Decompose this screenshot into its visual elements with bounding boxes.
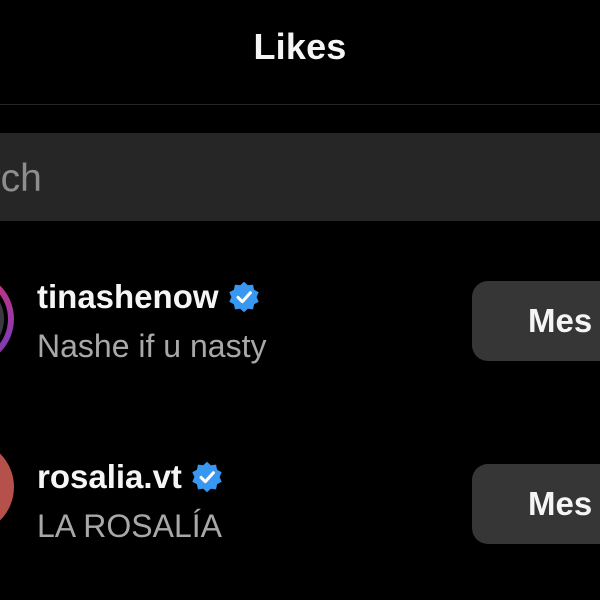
full-name: LA ROSALÍA [37, 508, 222, 544]
page-title: Likes [253, 26, 347, 67]
verified-badge-icon [228, 281, 259, 313]
search-input[interactable]: arch [0, 157, 42, 201]
message-button[interactable]: Mes [472, 281, 600, 361]
message-button[interactable]: Mes [472, 464, 600, 544]
likes-screen: Likes arch tinashenow Nashe if u nasty M… [0, 0, 600, 600]
username-line: rosalia.vt [37, 458, 224, 496]
search-bar[interactable] [0, 133, 600, 221]
username-line: tinashenow [37, 278, 261, 316]
verified-badge-icon [192, 461, 222, 493]
avatar[interactable] [0, 440, 14, 534]
username[interactable]: rosalia.vt [37, 458, 182, 496]
header: Likes [0, 0, 600, 105]
avatar-image [0, 282, 4, 356]
avatar[interactable] [0, 272, 14, 366]
full-name: Nashe if u nasty [37, 328, 267, 364]
list-item[interactable]: tinashenow Nashe if u nasty Mes [0, 250, 600, 400]
username[interactable]: tinashenow [37, 278, 219, 316]
list-item[interactable]: rosalia.vt LA ROSALÍA Mes [0, 430, 600, 580]
